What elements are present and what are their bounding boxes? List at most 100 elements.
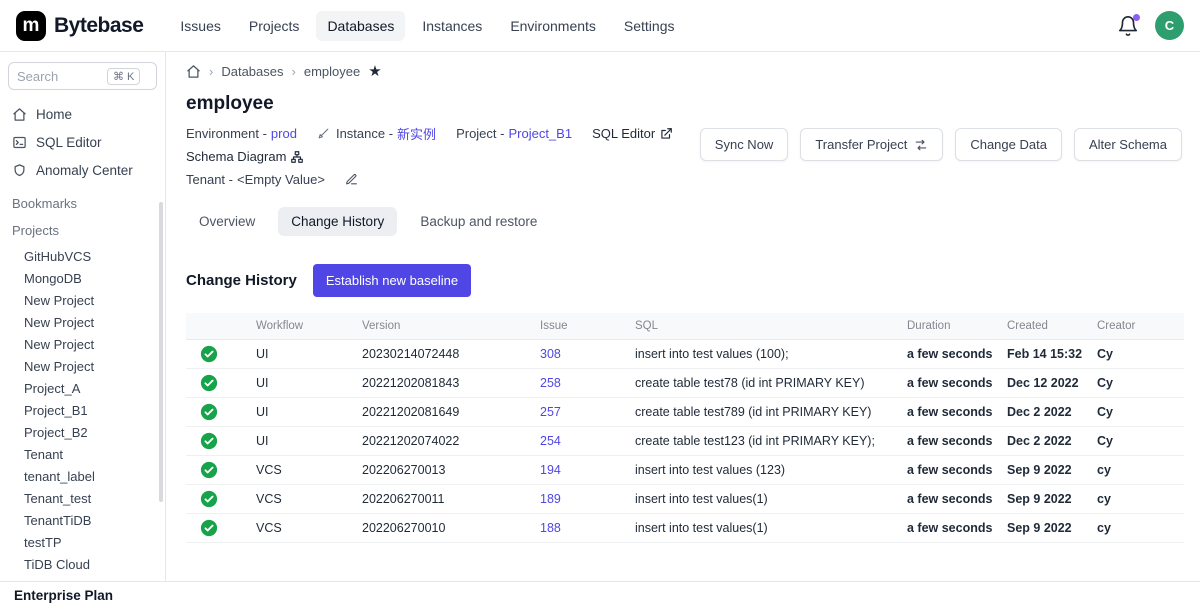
breadcrumb-current: employee xyxy=(304,64,360,79)
table-row[interactable]: UI 20230214072448 308 insert into test v… xyxy=(186,340,1184,369)
success-check-icon xyxy=(200,403,218,421)
notification-bell-icon[interactable] xyxy=(1117,15,1139,37)
created-cell: Feb 14 15:32 xyxy=(992,340,1082,369)
sidebar-item-sql-editor[interactable]: SQL Editor xyxy=(8,128,157,156)
home-icon xyxy=(12,107,27,122)
issue-link[interactable]: 308 xyxy=(540,347,561,361)
workflow-cell: VCS xyxy=(241,456,347,485)
sidebar-project-item[interactable]: Project_B1 xyxy=(8,400,157,422)
nav-item-settings[interactable]: Settings xyxy=(613,11,686,41)
duration-cell: a few seconds xyxy=(892,514,992,543)
created-cell: Sep 9 2022 xyxy=(992,514,1082,543)
duration-cell: a few seconds xyxy=(892,340,992,369)
avatar[interactable]: C xyxy=(1155,11,1184,40)
sidebar-project-item[interactable]: Tenant xyxy=(8,444,157,466)
table-row[interactable]: VCS 202206270013 194 insert into test va… xyxy=(186,456,1184,485)
sidebar-item-label: Anomaly Center xyxy=(36,163,133,178)
nav-item-environments[interactable]: Environments xyxy=(499,11,607,41)
column-header-creator: Creator xyxy=(1082,313,1184,340)
breadcrumb-home-icon[interactable] xyxy=(186,64,201,79)
issue-link[interactable]: 194 xyxy=(540,463,561,477)
sidebar-project-item[interactable]: Tenant_test xyxy=(8,488,157,510)
issue-cell: 254 xyxy=(525,427,620,456)
issue-link[interactable]: 257 xyxy=(540,405,561,419)
version-cell: 202206270010 xyxy=(347,514,525,543)
sidebar-project-item[interactable]: GitHubVCS xyxy=(8,246,157,268)
sidebar-item-label: SQL Editor xyxy=(36,135,102,150)
success-check-icon xyxy=(200,490,218,508)
project-list: GitHubVCS MongoDB New Project New Projec… xyxy=(8,246,157,576)
establish-baseline-button[interactable]: Establish new baseline xyxy=(313,264,471,297)
sidebar-project-item[interactable]: New Project xyxy=(8,312,157,334)
instance-engine-icon xyxy=(317,127,330,140)
enterprise-plan-link[interactable]: Enterprise Plan xyxy=(0,581,1200,613)
tab-change-history[interactable]: Change History xyxy=(278,207,397,236)
sidebar-project-item[interactable]: New Project xyxy=(8,356,157,378)
sql-cell: create table test123 (id int PRIMARY KEY… xyxy=(620,427,892,456)
tab-backup-restore[interactable]: Backup and restore xyxy=(407,207,550,236)
sql-editor-link[interactable]: SQL Editor xyxy=(592,126,673,141)
sidebar-project-item[interactable]: TenantTiDB xyxy=(8,510,157,532)
sidebar-scrollbar[interactable] xyxy=(159,202,163,502)
sql-cell: insert into test values(1) xyxy=(620,514,892,543)
creator-cell: Cy xyxy=(1082,340,1184,369)
sidebar-project-item[interactable]: Project_B2 xyxy=(8,422,157,444)
sidebar-item-anomaly-center[interactable]: Anomaly Center xyxy=(8,156,157,184)
favorite-star-icon[interactable]: ★ xyxy=(368,64,381,79)
sidebar-project-item[interactable]: Project_A xyxy=(8,378,157,400)
table-row[interactable]: UI 20221202081649 257 create table test7… xyxy=(186,398,1184,427)
top-nav: Issues Projects Databases Instances Envi… xyxy=(169,11,685,41)
nav-item-databases[interactable]: Databases xyxy=(316,11,405,41)
workflow-cell: UI xyxy=(241,427,347,456)
environment-link[interactable]: prod xyxy=(271,126,297,141)
sidebar-project-item[interactable]: New Project xyxy=(8,290,157,312)
created-cell: Dec 12 2022 xyxy=(992,369,1082,398)
search-input[interactable] xyxy=(17,69,103,84)
search-box[interactable]: ⌘ K xyxy=(8,62,157,90)
column-header-status xyxy=(186,313,241,340)
sync-now-button[interactable]: Sync Now xyxy=(700,128,789,161)
sidebar-project-item[interactable]: New Project xyxy=(8,334,157,356)
sidebar-project-item[interactable]: tenant_label xyxy=(8,466,157,488)
table-row[interactable]: UI 20221202074022 254 create table test1… xyxy=(186,427,1184,456)
notification-dot xyxy=(1133,14,1140,21)
issue-link[interactable]: 254 xyxy=(540,434,561,448)
page-title: employee xyxy=(186,93,1182,115)
column-header-workflow: Workflow xyxy=(241,313,347,340)
nav-item-instances[interactable]: Instances xyxy=(411,11,493,41)
sidebar: ⌘ K Home SQL Editor Anomaly Center Bookm… xyxy=(0,52,166,613)
change-data-button[interactable]: Change Data xyxy=(955,128,1062,161)
edit-pencil-icon[interactable] xyxy=(345,173,358,186)
issue-cell: 194 xyxy=(525,456,620,485)
issue-link[interactable]: 189 xyxy=(540,492,561,506)
table-row[interactable]: UI 20221202081843 258 create table test7… xyxy=(186,369,1184,398)
brand-name: Bytebase xyxy=(54,14,143,38)
nav-item-projects[interactable]: Projects xyxy=(238,11,311,41)
project-link[interactable]: Project_B1 xyxy=(508,126,572,141)
workflow-cell: UI xyxy=(241,369,347,398)
creator-cell: Cy xyxy=(1082,369,1184,398)
instance-link[interactable]: 新实例 xyxy=(397,124,436,143)
tab-overview[interactable]: Overview xyxy=(186,207,268,236)
schema-diagram-link[interactable]: Schema Diagram xyxy=(186,149,304,164)
column-header-issue: Issue xyxy=(525,313,620,340)
brand-logo[interactable]: m Bytebase xyxy=(16,11,143,41)
sidebar-project-item[interactable]: testTP xyxy=(8,532,157,554)
sidebar-project-item[interactable]: TiDB Cloud xyxy=(8,554,157,576)
breadcrumb-databases[interactable]: Databases xyxy=(221,64,283,79)
transfer-project-button[interactable]: Transfer Project xyxy=(800,128,943,161)
table-row[interactable]: VCS 202206270010 188 insert into test va… xyxy=(186,514,1184,543)
success-check-icon xyxy=(200,374,218,392)
nav-item-issues[interactable]: Issues xyxy=(169,11,231,41)
sidebar-item-home[interactable]: Home xyxy=(8,100,157,128)
issue-link[interactable]: 188 xyxy=(540,521,561,535)
breadcrumb-separator: › xyxy=(209,64,213,79)
terminal-icon xyxy=(12,135,27,150)
table-row[interactable]: VCS 202206270011 189 insert into test va… xyxy=(186,485,1184,514)
alter-schema-button[interactable]: Alter Schema xyxy=(1074,128,1182,161)
bookmarks-section-label: Bookmarks xyxy=(8,196,157,211)
created-cell: Sep 9 2022 xyxy=(992,485,1082,514)
sidebar-project-item[interactable]: MongoDB xyxy=(8,268,157,290)
issue-link[interactable]: 258 xyxy=(540,376,561,390)
main-content: › Databases › employee ★ employee Enviro… xyxy=(166,52,1200,613)
